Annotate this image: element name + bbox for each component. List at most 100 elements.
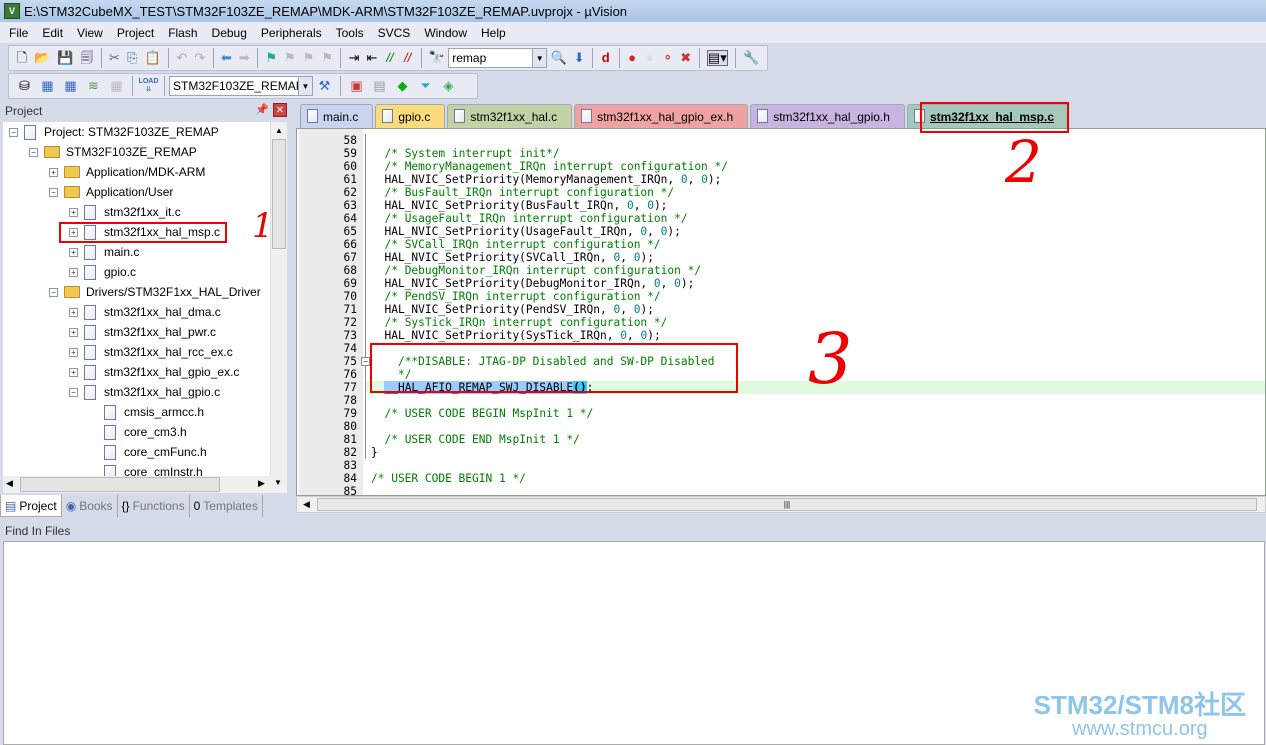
menu-svcs[interactable]: SVCS	[371, 26, 418, 40]
search-combo[interactable]: remap ▼	[448, 48, 548, 68]
collapse-icon[interactable]: −	[29, 147, 38, 157]
save-all-icon[interactable]: 🗐	[80, 50, 93, 66]
chevron-down-icon[interactable]: ▼	[532, 49, 547, 67]
clear-bookmarks-icon[interactable]: ⚑	[321, 50, 333, 66]
redo-icon[interactable]: ↷	[194, 50, 205, 66]
tree-item[interactable]: + main.c	[69, 242, 139, 262]
editor-horizontal-scrollbar[interactable]: ◀ |||	[296, 496, 1266, 513]
expand-icon[interactable]: +	[69, 367, 78, 377]
code-line[interactable]: 84 /* USER CODE BEGIN 1 */	[297, 472, 1265, 485]
debug-session-icon[interactable]: d	[600, 50, 611, 66]
prev-bookmark-icon[interactable]: ⚑	[284, 50, 296, 66]
indent-icon[interactable]: ⇥	[349, 50, 360, 66]
scroll-left-icon[interactable]: ◀	[6, 478, 13, 489]
collapse-icon[interactable]: −	[9, 127, 18, 137]
scroll-right-icon[interactable]: ▶	[258, 478, 265, 489]
code-line[interactable]: 80	[297, 420, 1265, 433]
target-select[interactable]: STM32F103ZE_REMAP ▼	[169, 76, 313, 96]
unindent-icon[interactable]: ⇤	[367, 50, 378, 66]
editor-tab[interactable]: stm32f1xx_hal.c	[447, 104, 573, 128]
run-time-environment-icon[interactable]: ◈	[441, 78, 457, 94]
code-line[interactable]: 79 /* USER CODE BEGIN MspInit 1 */	[297, 407, 1265, 420]
tree-item[interactable]: + stm32f1xx_hal_dma.c	[69, 302, 221, 322]
tree-item[interactable]: − STM32F103ZE_REMAP	[29, 142, 197, 162]
code-line[interactable]: 59 /* System interrupt init*/	[297, 147, 1265, 160]
expand-icon[interactable]: +	[69, 267, 78, 277]
cut-icon[interactable]: ✂	[109, 50, 120, 66]
scroll-left-icon[interactable]: ◀	[303, 499, 310, 510]
tree-item[interactable]: + stm32f1xx_it.c	[69, 202, 181, 222]
find-in-files-icon[interactable]: 🔭	[429, 50, 445, 66]
comment-icon[interactable]: //	[384, 50, 395, 66]
menu-window[interactable]: Window	[417, 26, 474, 40]
tree-item[interactable]: core_cmFunc.h	[89, 442, 207, 462]
code-view[interactable]: 58 59 /* System interrupt init*/60 /* Mem…	[296, 128, 1266, 496]
tree-item[interactable]: − Drivers/STM32F1xx_HAL_Driver	[49, 282, 261, 302]
navigate-forward-icon[interactable]: ➡	[239, 50, 250, 66]
tree-item[interactable]: core_cm3.h	[89, 422, 187, 442]
tree-item[interactable]: cmsis_armcc.h	[89, 402, 204, 422]
build-icon[interactable]: ▦	[40, 78, 56, 94]
code-line[interactable]: 85	[297, 485, 1265, 495]
project-tree-horizontal-scrollbar[interactable]: ◀ ▶ ▼	[3, 476, 287, 493]
menu-project[interactable]: Project	[110, 26, 161, 40]
editor-tab[interactable]: gpio.c	[375, 104, 446, 128]
scroll-down-icon[interactable]: ▼	[274, 478, 282, 487]
tree-item[interactable]: core_cmInstr.h	[89, 462, 203, 476]
next-bookmark-icon[interactable]: ⚑	[303, 50, 315, 66]
tree-item[interactable]: + stm32f1xx_hal_gpio_ex.c	[69, 362, 239, 382]
expand-icon[interactable]: +	[69, 307, 78, 317]
menu-flash[interactable]: Flash	[161, 26, 204, 40]
code-line[interactable]: 72 /* SysTick_IRQn interrupt configurati…	[297, 316, 1265, 329]
pin-icon[interactable]: 📌	[255, 103, 269, 116]
undo-icon[interactable]: ↶	[176, 50, 187, 66]
incremental-find-icon[interactable]: ⬇	[574, 50, 585, 66]
menu-peripherals[interactable]: Peripherals	[254, 26, 329, 40]
disable-all-breakpoints-icon[interactable]: ⚬	[662, 50, 673, 66]
manage-components-icon[interactable]: ▣	[349, 78, 365, 94]
menu-edit[interactable]: Edit	[35, 26, 70, 40]
navigate-back-icon[interactable]: ⬅	[221, 50, 232, 66]
tab-project[interactable]: ▤ Project	[0, 495, 62, 517]
chevron-down-icon[interactable]: ▼	[298, 77, 312, 95]
tree-item[interactable]: − stm32f1xx_hal_gpio.c	[69, 382, 220, 402]
save-icon[interactable]: 💾	[57, 50, 73, 66]
menu-file[interactable]: File	[2, 26, 35, 40]
code-line[interactable]: 83	[297, 459, 1265, 472]
load-icon[interactable]: LOAD ⇊	[139, 78, 159, 94]
disable-breakpoint-icon[interactable]: ●	[645, 50, 656, 66]
open-folder-icon[interactable]: 📂	[34, 50, 50, 66]
configure-icon[interactable]: 🔧	[743, 50, 759, 66]
rebuild-icon[interactable]: ▦	[63, 78, 79, 94]
code-line[interactable]: 67 HAL_NVIC_SetPriority(SVCall_IRQn, 0, …	[297, 251, 1265, 264]
code-line[interactable]: 63 HAL_NVIC_SetPriority(BusFault_IRQn, 0…	[297, 199, 1265, 212]
menu-help[interactable]: Help	[474, 26, 513, 40]
select-packs-icon[interactable]: ⏷	[418, 78, 434, 94]
close-icon[interactable]: ✕	[273, 103, 287, 117]
expand-icon[interactable]: +	[69, 207, 78, 217]
code-line[interactable]: 58	[297, 134, 1265, 147]
collapse-icon[interactable]: −	[49, 287, 58, 297]
code-line[interactable]: 60 /* MemoryManagement_IRQn interrupt co…	[297, 160, 1265, 173]
expand-icon[interactable]: +	[69, 327, 78, 337]
fold-collapse-icon[interactable]: −	[361, 357, 370, 366]
expand-icon[interactable]: +	[49, 167, 58, 177]
editor-tab[interactable]: main.c	[300, 104, 374, 128]
uncomment-icon[interactable]: //	[402, 50, 413, 66]
tree-item[interactable]: + stm32f1xx_hal_pwr.c	[69, 322, 216, 342]
code-line[interactable]: 71 HAL_NVIC_SetPriority(PendSV_IRQn, 0, …	[297, 303, 1265, 316]
code-line[interactable]: 82}	[297, 446, 1265, 459]
menu-view[interactable]: View	[70, 26, 110, 40]
code-line[interactable]: 78	[297, 394, 1265, 407]
tree-item[interactable]: + Application/MDK-ARM	[49, 162, 205, 182]
editor-tab[interactable]: stm32f1xx_hal_gpio.h	[750, 104, 905, 128]
tree-item[interactable]: − Application/User	[49, 182, 173, 202]
paste-icon[interactable]: 📋	[145, 50, 161, 66]
menu-debug[interactable]: Debug	[205, 26, 254, 40]
translate-icon[interactable]: ⛁	[17, 78, 33, 94]
code-line[interactable]: 64 /* UsageFault_IRQn interrupt configur…	[297, 212, 1265, 225]
tree-item[interactable]: + gpio.c	[69, 262, 136, 282]
tab-books[interactable]: ◉ Books	[62, 495, 118, 517]
expand-icon[interactable]: +	[69, 347, 78, 357]
code-line[interactable]: 61 HAL_NVIC_SetPriority(MemoryManagement…	[297, 173, 1265, 186]
